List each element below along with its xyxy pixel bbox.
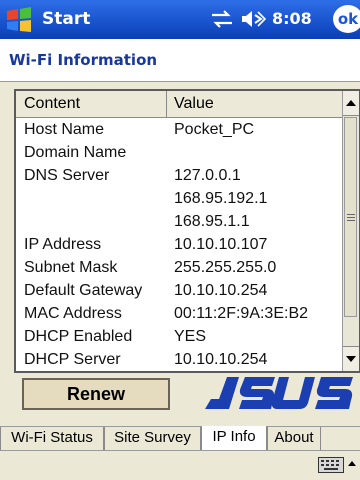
row-content: DHCP Enabled	[24, 328, 133, 345]
scroll-up-arrow-icon[interactable]	[343, 91, 359, 116]
column-header-value[interactable]: Value	[168, 91, 342, 117]
tab-ip-info[interactable]: IP Info	[201, 426, 267, 452]
input-panel-arrow-icon[interactable]	[348, 461, 356, 466]
list-row[interactable]: 168.95.1.1	[16, 210, 342, 233]
row-value: 168.95.192.1	[174, 190, 268, 207]
menu-bar	[0, 450, 360, 480]
windows-flag-icon[interactable]	[4, 5, 34, 35]
tab-strip: Wi-Fi Status Site Survey IP Info About	[0, 426, 360, 452]
row-content: DNS Server	[24, 167, 110, 184]
list-row[interactable]: Domain Name	[16, 141, 342, 164]
row-content: Domain Name	[24, 144, 127, 161]
title-bar: Wi-Fi Information	[0, 39, 360, 82]
row-content: IP Address	[24, 236, 102, 253]
vertical-scrollbar[interactable]	[342, 91, 359, 371]
asus-logo	[205, 375, 355, 411]
row-content: Default Gateway	[24, 282, 143, 299]
volume-icon[interactable]	[240, 8, 267, 30]
row-value: YES	[174, 328, 207, 345]
row-value: Pocket_PC	[174, 121, 255, 138]
row-value: 168.95.1.1	[174, 213, 250, 230]
row-value: 255.255.255.0	[174, 259, 277, 276]
list-row[interactable]: DHCP Server 10.10.10.254	[16, 348, 342, 371]
info-listview[interactable]: Content Value Host Name Pocket_PC Domain…	[14, 89, 360, 373]
scroll-down-arrow-icon[interactable]	[343, 346, 359, 371]
row-value: 10.10.10.107	[174, 236, 268, 253]
scroll-thumb[interactable]	[344, 117, 357, 317]
row-value: 10.10.10.254	[174, 351, 268, 368]
row-content: Subnet Mask	[24, 259, 118, 276]
start-button[interactable]: Start	[42, 9, 90, 29]
row-value: 00:11:2F:9A:3E:B2	[174, 305, 309, 322]
list-row[interactable]: 168.95.192.1	[16, 187, 342, 210]
list-row[interactable]: Host Name Pocket_PC	[16, 118, 342, 141]
row-content: MAC Address	[24, 305, 122, 322]
tab-wifi-status[interactable]: Wi-Fi Status	[0, 427, 104, 451]
list-row[interactable]: MAC Address 00:11:2F:9A:3E:B2	[16, 302, 342, 325]
column-header-content[interactable]: Content	[16, 91, 167, 117]
renew-button[interactable]: Renew	[22, 378, 170, 410]
row-value: 127.0.0.1	[174, 167, 241, 184]
row-value: 10.10.10.254	[174, 282, 268, 299]
keyboard-icon[interactable]	[318, 457, 344, 473]
list-rows: Host Name Pocket_PC Domain Name DNS Serv…	[16, 118, 342, 371]
page-title: Wi-Fi Information	[9, 51, 158, 69]
clock[interactable]: 8:08	[272, 9, 312, 28]
list-row[interactable]: IP Address 10.10.10.107	[16, 233, 342, 256]
row-content: Host Name	[24, 121, 105, 138]
tab-site-survey[interactable]: Site Survey	[104, 427, 201, 451]
list-header: Content Value	[16, 91, 342, 118]
grip-icon	[347, 214, 355, 215]
taskbar: Start 8:08 ok	[0, 0, 360, 39]
ok-button[interactable]: ok	[333, 5, 360, 33]
list-row[interactable]: DNS Server 127.0.0.1	[16, 164, 342, 187]
row-content: DHCP Server	[24, 351, 121, 368]
list-row[interactable]: DHCP Enabled YES	[16, 325, 342, 348]
connectivity-icon[interactable]	[210, 9, 234, 29]
list-row[interactable]: Default Gateway 10.10.10.254	[16, 279, 342, 302]
list-row[interactable]: Subnet Mask 255.255.255.0	[16, 256, 342, 279]
tab-about[interactable]: About	[267, 427, 321, 451]
